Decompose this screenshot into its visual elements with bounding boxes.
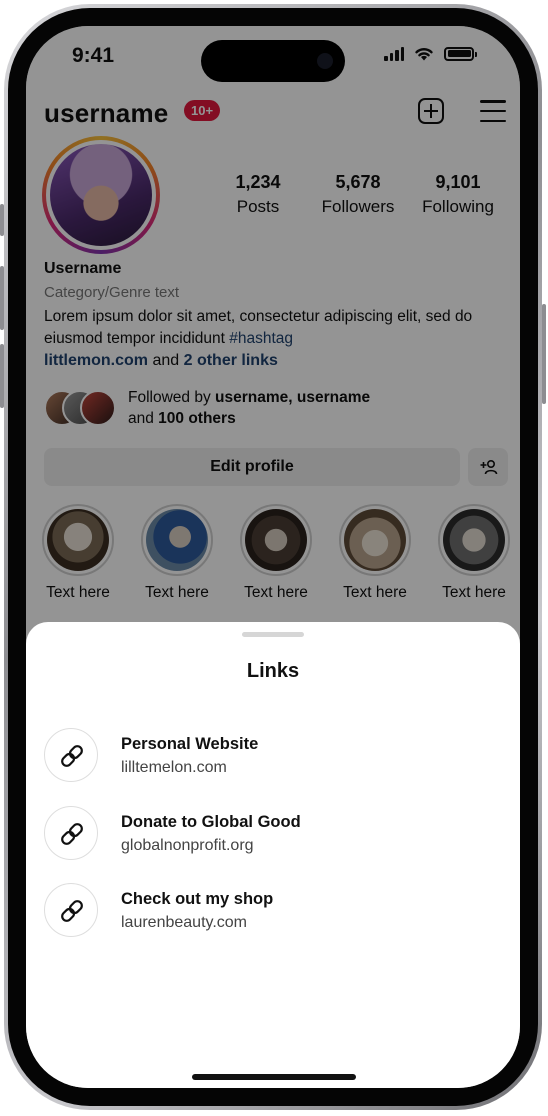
link-icon (44, 806, 98, 860)
link-title: Personal Website (121, 735, 259, 753)
link-title: Check out my shop (121, 890, 274, 908)
home-indicator[interactable] (192, 1074, 356, 1080)
action-button (0, 204, 4, 236)
sheet-grabber[interactable] (242, 632, 304, 637)
link-url: globalnonprofit.org (121, 837, 254, 854)
screen: 9:41 username 10+ 1,234 Posts 5,678 Foll… (26, 26, 520, 1088)
sheet-title: Links (246, 660, 300, 682)
link-title: Donate to Global Good (121, 813, 301, 831)
volume-down-button (0, 344, 4, 408)
link-item-personal-website[interactable]: Personal Website lilltemelon.com (44, 728, 504, 788)
link-icon (44, 728, 98, 782)
link-url: lilltemelon.com (121, 759, 227, 776)
link-item-shop[interactable]: Check out my shop laurenbeauty.com (44, 883, 504, 943)
phone-frame: 9:41 username 10+ 1,234 Posts 5,678 Foll… (0, 4, 546, 1110)
link-icon (44, 883, 98, 937)
volume-up-button (0, 266, 4, 330)
power-button (542, 304, 546, 404)
link-item-donate[interactable]: Donate to Global Good globalnonprofit.or… (44, 806, 504, 866)
link-url: laurenbeauty.com (121, 914, 247, 931)
links-sheet: Links Personal Website lilltemelon.com D… (26, 622, 520, 1088)
